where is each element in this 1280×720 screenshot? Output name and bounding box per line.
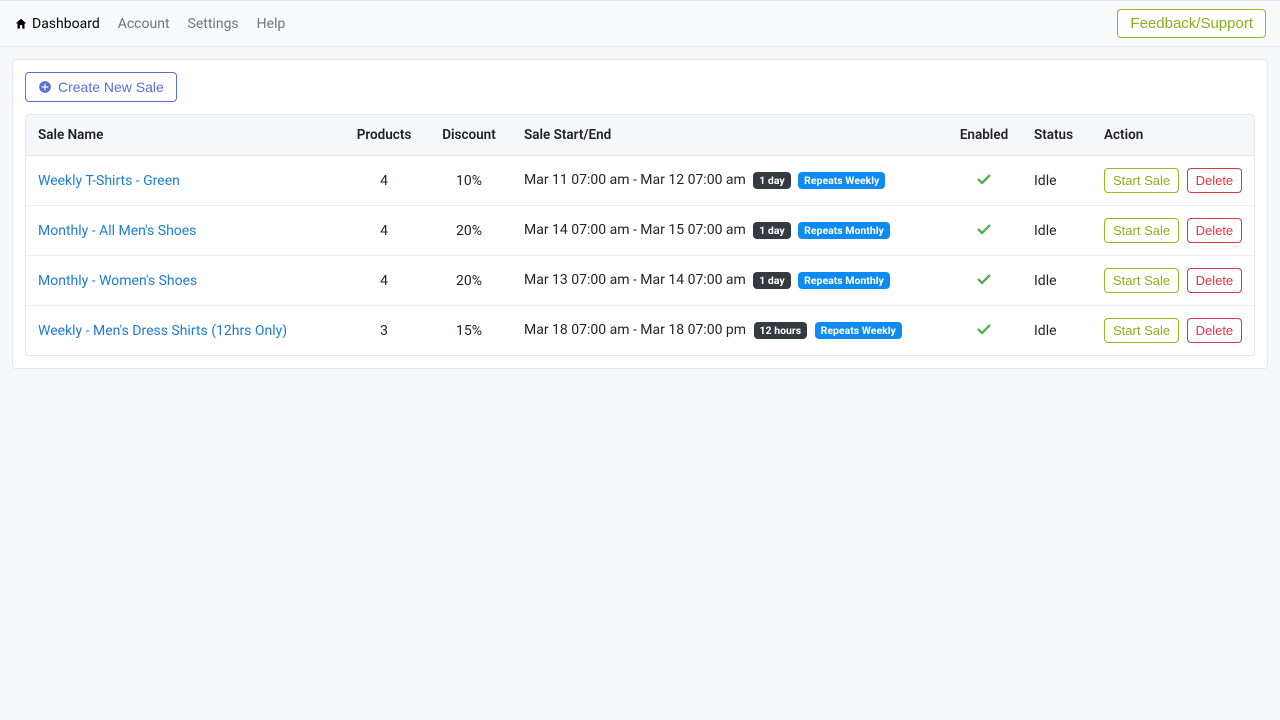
cell-action: Start Sale Delete: [1094, 156, 1254, 206]
create-sale-button[interactable]: Create New Sale: [25, 72, 177, 102]
table-row: Monthly - All Men's Shoes 4 20% Mar 14 0…: [26, 206, 1254, 256]
cell-schedule: Mar 14 07:00 am - Mar 15 07:00 am 1 day …: [514, 206, 944, 256]
cell-discount: 20%: [424, 256, 514, 306]
sale-name-link[interactable]: Monthly - All Men's Shoes: [38, 223, 196, 239]
top-nav: Dashboard Account Settings Help Feedback…: [0, 0, 1280, 47]
sale-name-link[interactable]: Monthly - Women's Shoes: [38, 273, 197, 289]
start-sale-button[interactable]: Start Sale: [1104, 168, 1179, 193]
duration-badge: 1 day: [753, 222, 790, 239]
duration-badge: 1 day: [753, 272, 790, 289]
nav-dashboard[interactable]: Dashboard: [14, 16, 100, 32]
sales-table-wrap: Sale Name Products Discount Sale Start/E…: [25, 114, 1255, 356]
plus-circle-icon: [38, 80, 52, 94]
col-enabled: Enabled: [944, 115, 1024, 156]
start-sale-button[interactable]: Start Sale: [1104, 318, 1179, 343]
start-sale-button[interactable]: Start Sale: [1104, 268, 1179, 293]
nav-settings[interactable]: Settings: [188, 16, 239, 32]
cell-status: Idle: [1024, 206, 1094, 256]
cell-schedule: Mar 18 07:00 am - Mar 18 07:00 pm 12 hou…: [514, 306, 944, 356]
cell-products: 3: [344, 306, 424, 356]
delete-sale-button[interactable]: Delete: [1187, 168, 1243, 193]
table-row: Weekly - Men's Dress Shirts (12hrs Only)…: [26, 306, 1254, 356]
nav-account[interactable]: Account: [118, 16, 170, 32]
cell-enabled: [944, 306, 1024, 356]
duration-badge: 12 hours: [754, 322, 808, 339]
repeat-badge: Repeats Monthly: [798, 272, 890, 289]
col-status: Status: [1024, 115, 1094, 156]
cell-products: 4: [344, 156, 424, 206]
start-sale-button[interactable]: Start Sale: [1104, 218, 1179, 243]
nav-dashboard-label: Dashboard: [32, 16, 100, 32]
col-discount: Discount: [424, 115, 514, 156]
sales-table: Sale Name Products Discount Sale Start/E…: [26, 115, 1254, 355]
table-row: Monthly - Women's Shoes 4 20% Mar 13 07:…: [26, 256, 1254, 306]
sale-name-link[interactable]: Weekly T-Shirts - Green: [38, 173, 180, 189]
cell-products: 4: [344, 256, 424, 306]
cell-products: 4: [344, 206, 424, 256]
cell-enabled: [944, 256, 1024, 306]
repeat-badge: Repeats Weekly: [798, 172, 885, 189]
cell-discount: 20%: [424, 206, 514, 256]
home-icon: [14, 17, 28, 31]
cell-discount: 10%: [424, 156, 514, 206]
feedback-button[interactable]: Feedback/Support: [1117, 9, 1266, 38]
check-icon: [976, 321, 992, 337]
check-icon: [976, 171, 992, 187]
repeat-badge: Repeats Monthly: [798, 222, 890, 239]
cell-action: Start Sale Delete: [1094, 306, 1254, 356]
cell-schedule: Mar 13 07:00 am - Mar 14 07:00 am 1 day …: [514, 256, 944, 306]
sale-name-link[interactable]: Weekly - Men's Dress Shirts (12hrs Only): [38, 323, 287, 339]
cell-status: Idle: [1024, 156, 1094, 206]
cell-enabled: [944, 156, 1024, 206]
cell-schedule: Mar 11 07:00 am - Mar 12 07:00 am 1 day …: [514, 156, 944, 206]
nav-help[interactable]: Help: [257, 16, 286, 32]
check-icon: [976, 221, 992, 237]
sales-panel: Create New Sale Sale Name Products Disco…: [12, 59, 1268, 369]
cell-status: Idle: [1024, 306, 1094, 356]
date-range: Mar 11 07:00 am - Mar 12 07:00 am: [524, 172, 746, 188]
delete-sale-button[interactable]: Delete: [1187, 268, 1243, 293]
delete-sale-button[interactable]: Delete: [1187, 218, 1243, 243]
cell-action: Start Sale Delete: [1094, 256, 1254, 306]
date-range: Mar 18 07:00 am - Mar 18 07:00 pm: [524, 322, 746, 338]
cell-status: Idle: [1024, 256, 1094, 306]
cell-discount: 15%: [424, 306, 514, 356]
date-range: Mar 14 07:00 am - Mar 15 07:00 am: [524, 222, 746, 238]
cell-action: Start Sale Delete: [1094, 206, 1254, 256]
cell-enabled: [944, 206, 1024, 256]
col-action: Action: [1094, 115, 1254, 156]
repeat-badge: Repeats Weekly: [815, 322, 902, 339]
create-sale-label: Create New Sale: [58, 79, 164, 95]
delete-sale-button[interactable]: Delete: [1187, 318, 1243, 343]
col-name: Sale Name: [26, 115, 344, 156]
date-range: Mar 13 07:00 am - Mar 14 07:00 am: [524, 272, 746, 288]
duration-badge: 1 day: [753, 172, 790, 189]
check-icon: [976, 271, 992, 287]
table-row: Weekly T-Shirts - Green 4 10% Mar 11 07:…: [26, 156, 1254, 206]
col-products: Products: [344, 115, 424, 156]
nav-left: Dashboard Account Settings Help: [14, 16, 285, 32]
col-start: Sale Start/End: [514, 115, 944, 156]
